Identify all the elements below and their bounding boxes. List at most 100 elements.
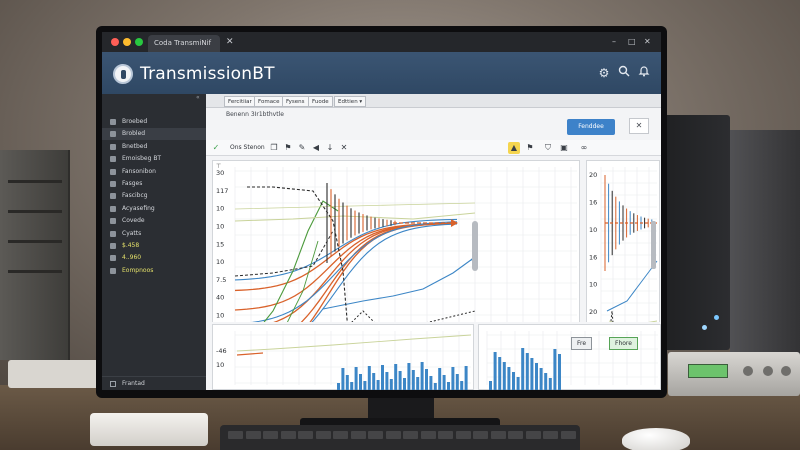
sidebar-item[interactable]: 4..960	[102, 252, 206, 264]
close-icon[interactable]: ✕	[338, 142, 350, 154]
tab-3[interactable]: Fuode	[308, 96, 333, 107]
toolbar-label: Ons Stenon	[230, 144, 265, 151]
monitor: Coda TransmiNif ✕ – □ ✕ TransmissionBT ⚙…	[96, 26, 667, 398]
keyboard-numpad	[90, 413, 208, 446]
edit-icon[interactable]: ✎	[296, 142, 308, 154]
bar	[553, 349, 557, 390]
tab-2[interactable]: Fysens	[282, 96, 309, 107]
keyboard-key	[455, 431, 471, 439]
sidebar-item[interactable]: $.458	[102, 240, 206, 252]
maximize-window-button[interactable]	[135, 38, 143, 46]
bell-icon[interactable]	[636, 65, 652, 81]
bar	[359, 374, 362, 390]
bottom-button-b[interactable]: Fhore	[609, 337, 638, 350]
keyboard-key	[263, 431, 278, 439]
lock-icon[interactable]: ▣	[558, 142, 570, 154]
y-tick-label: 30	[216, 169, 224, 177]
play-back-icon[interactable]: ◀	[310, 142, 322, 154]
gear-icon[interactable]: ⚙	[596, 65, 612, 81]
bar	[548, 378, 552, 390]
sidebar-item[interactable]: Eompnoos	[102, 265, 206, 277]
app-title: TransmissionBT	[140, 64, 275, 84]
keyboard-key	[368, 431, 383, 439]
bar	[354, 367, 358, 390]
footer-icon	[110, 381, 116, 387]
breadcrumb: Benenn 3Ir1bthvtle	[226, 111, 284, 118]
copy-icon[interactable]: ❐	[268, 142, 280, 154]
y-tick-label: 20	[589, 171, 597, 179]
toolbar: ✓ Ons Stenon ❐ ⚑ ✎ ◀ ↓ ✕ ▲ ⚑ ⛉ ▣ ∞	[206, 140, 661, 156]
chart-scrollbar[interactable]	[651, 221, 656, 269]
series-pale-line	[236, 334, 472, 352]
sidebar-item[interactable]: Fasges	[102, 178, 206, 190]
sidebar-item[interactable]: Fansonibon	[102, 166, 206, 178]
sidebar-item[interactable]: Fascibcg	[102, 190, 206, 202]
sidebar-item-label: Emoisbeg BT	[122, 155, 162, 163]
sidebar-footer-label: Frantad	[122, 380, 145, 387]
y-tick-label: 10	[216, 205, 224, 213]
chart-scrollbar[interactable]	[472, 221, 478, 271]
series-green-line	[252, 200, 339, 337]
flag-icon[interactable]: ⚑	[524, 142, 536, 154]
bottom-right-bar-chart	[486, 331, 658, 390]
sidebar-item-icon	[110, 230, 116, 237]
series-orange-line	[236, 352, 264, 356]
bottom-bar-chart-panel: -46 10	[212, 324, 474, 390]
bar	[425, 369, 428, 390]
sidebar-item[interactable]: Covede	[102, 215, 206, 227]
y-tick-label: 10	[589, 281, 597, 289]
sidebar-footer[interactable]: Frantad	[102, 376, 206, 390]
primary-action-button[interactable]: Fenddee	[567, 119, 615, 135]
sidebar-item[interactable]: Emoisbeg BT	[102, 153, 206, 165]
tab-close-icon[interactable]: ✕	[226, 35, 234, 49]
alert-icon[interactable]: ▲	[508, 142, 520, 154]
y-tick-label: 10	[216, 258, 224, 266]
bar	[460, 381, 464, 390]
keyboard-key	[473, 431, 488, 439]
sidebar-item-icon	[110, 156, 116, 163]
sidebar-item-icon	[110, 119, 116, 125]
mouse	[622, 428, 690, 450]
bar	[464, 366, 468, 390]
minimize-icon[interactable]: –	[612, 36, 616, 48]
close-window-button[interactable]	[111, 38, 119, 46]
sidebar-item[interactable]: Bnetbed	[102, 141, 206, 153]
close-icon[interactable]: ✕	[644, 36, 651, 48]
series-orange-line	[234, 222, 458, 311]
bar	[530, 358, 534, 390]
sidebar-item[interactable]: Cyatts	[102, 228, 206, 240]
bar	[429, 376, 433, 390]
bar	[447, 382, 450, 390]
sidebar-item[interactable]: Broebed	[102, 116, 206, 128]
arrow-down-icon[interactable]: ↓	[324, 142, 336, 154]
sidebar-collapse-icon[interactable]: «	[196, 94, 200, 101]
browser-tab[interactable]: Coda TransmiNif	[148, 35, 220, 52]
y-tick-label: -46	[216, 347, 227, 355]
panel-close-button[interactable]: ✕	[629, 118, 649, 134]
link-icon[interactable]: ∞	[578, 142, 590, 154]
bar	[455, 374, 459, 390]
sidebar-item[interactable]: Acyasefing	[102, 203, 206, 215]
bottom-right-panel: Fre Fhore	[478, 324, 661, 390]
bar	[544, 373, 548, 390]
filter-icon[interactable]: ⛉	[542, 142, 554, 154]
app-logo-icon	[113, 64, 133, 84]
restore-icon[interactable]: □	[628, 36, 636, 48]
bar	[493, 352, 497, 390]
sidebar-item[interactable]: Brobled	[102, 128, 206, 141]
tab-1[interactable]: Fomace	[254, 96, 284, 107]
sidebar-item-label: Fansonibon	[122, 167, 156, 175]
sidebar-item-icon	[110, 243, 116, 249]
sidebar-item-label: Fasges	[122, 180, 143, 187]
minimize-window-button[interactable]	[123, 38, 131, 46]
tab-4[interactable]: Edttien ▾	[334, 96, 367, 107]
flag-icon[interactable]: ⚑	[282, 142, 294, 154]
bottom-bar-chart: -46 10	[216, 331, 472, 390]
tab-0[interactable]: Fercitiiar	[224, 96, 256, 107]
check-icon[interactable]: ✓	[210, 142, 222, 154]
bottom-button-a[interactable]: Fre	[571, 337, 593, 350]
bar	[381, 365, 384, 390]
search-icon[interactable]	[616, 65, 632, 81]
bar	[558, 354, 561, 390]
y-tick-label: 40	[216, 294, 224, 302]
